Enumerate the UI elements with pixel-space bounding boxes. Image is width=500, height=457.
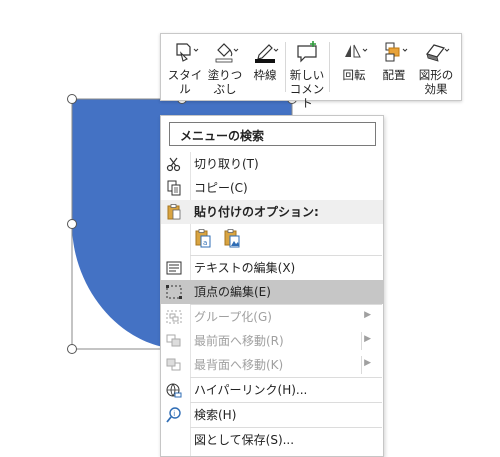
fill-button[interactable]: 塗りつ ぶし [207, 38, 243, 96]
resize-handle-left [67, 219, 77, 229]
menu-label-cut: 切り取り(T) [194, 157, 259, 171]
menu-item-hyperlink[interactable]: ハイパーリンク(H)... [161, 378, 383, 402]
smart-lookup-icon: i [166, 407, 181, 423]
new-comment-label: 新しい コメント [289, 68, 325, 110]
new-comment-button[interactable]: 新しい コメント [287, 38, 327, 110]
edit-points-icon [166, 285, 182, 299]
submenu-arrow-icon: ▶ [364, 310, 371, 320]
toolbar-separator [329, 42, 330, 92]
svg-text:a: a [203, 239, 207, 247]
style-button[interactable]: スタイル [165, 38, 205, 96]
menu-search-placeholder: メニューの検索 [180, 129, 265, 143]
menu-label-edit-points: 頂点の編集(E) [194, 285, 271, 299]
hyperlink-icon [166, 383, 182, 398]
menu-label-search: 検索(H) [194, 408, 237, 422]
style-label: スタイル [167, 68, 203, 96]
pen-outline-icon [255, 44, 279, 63]
shape-effects-label: 図形の 効果 [418, 68, 454, 96]
split-separator [361, 356, 362, 374]
menu-label-send-to-back: 最背面へ移動(K) [194, 358, 284, 372]
rotate-label: 回転 [342, 68, 366, 82]
menu-item-search[interactable]: i 検索(H) [161, 403, 383, 427]
shape-style-icon [176, 43, 199, 62]
menu-item-save-as-picture[interactable]: 図として保存(S)... [161, 428, 383, 452]
outline-label: 枠線 [253, 68, 277, 82]
menu-label-edit-text: テキストの編集(X) [194, 261, 296, 275]
menu-label-hyperlink: ハイパーリンク(H)... [194, 383, 308, 397]
arrange-label: 配置 [382, 68, 406, 82]
text-box-icon [166, 261, 182, 275]
toolbar-separator [285, 42, 286, 92]
menu-item-group[interactable]: グループ化(G) ▶ [161, 305, 383, 329]
rotate-button[interactable]: 回転 [335, 38, 373, 96]
menu-search-box[interactable]: メニューの検索 [169, 122, 376, 146]
submenu-arrow-icon: ▶ [364, 334, 371, 344]
menu-item-edit-points[interactable]: 頂点の編集(E) [161, 280, 383, 304]
bring-to-front-icon [166, 334, 181, 347]
slide-canvas: スタイル 塗りつ ぶし 枠線 新しい コメント 回転 配置 図形の 効果 メニュ… [0, 0, 500, 457]
menu-label-paste-options: 貼り付けのオプション: [194, 205, 319, 219]
arrange-icon [385, 42, 408, 62]
menu-item-bring-to-front[interactable]: 最前面へ移動(R) ▶ [161, 329, 383, 353]
group-icon [166, 310, 182, 324]
scissors-icon [166, 157, 181, 172]
outline-button[interactable]: 枠線 [247, 38, 283, 96]
menu-item-send-to-back[interactable]: 最背面へ移動(K) ▶ [161, 353, 383, 377]
submenu-arrow-icon: ▶ [364, 358, 371, 368]
copy-icon [167, 180, 181, 196]
new-comment-icon [297, 41, 317, 63]
paint-bucket-icon [215, 43, 239, 63]
menu-item-edit-text[interactable]: テキストの編集(X) [161, 256, 383, 280]
menu-item-paste-options: 貼り付けのオプション: [161, 200, 383, 224]
menu-label-group: グループ化(G) [194, 310, 272, 324]
arrange-button[interactable]: 配置 [375, 38, 413, 96]
rotate-icon [345, 44, 368, 58]
menu-label-bring-to-front: 最前面へ移動(R) [194, 334, 284, 348]
fill-label: 塗りつ ぶし [207, 68, 243, 96]
svg-text:i: i [173, 410, 175, 418]
context-menu: メニューの検索 切り取り(T) コピー(C) 貼り付けのオプション: a テキス… [160, 115, 384, 457]
menu-label-save-as-picture: 図として保存(S)... [194, 433, 295, 447]
resize-handle-top-left [67, 94, 77, 104]
send-to-back-icon [166, 358, 181, 371]
paste-as-picture-icon[interactable] [223, 229, 241, 249]
clipboard-icon [167, 204, 181, 220]
shape-effects-button[interactable]: 図形の 効果 [415, 38, 457, 96]
menu-item-cut[interactable]: 切り取り(T) [161, 152, 383, 176]
paste-options-row: a [161, 224, 383, 254]
menu-item-copy[interactable]: コピー(C) [161, 176, 383, 200]
paste-keep-formatting-icon[interactable]: a [194, 229, 212, 249]
resize-handle-bottom-left [67, 344, 77, 354]
split-separator [361, 332, 362, 350]
menu-label-copy: コピー(C) [194, 181, 248, 195]
shape-effects-icon [425, 44, 450, 62]
mini-toolbar: スタイル 塗りつ ぶし 枠線 新しい コメント 回転 配置 図形の 効果 [160, 33, 462, 110]
